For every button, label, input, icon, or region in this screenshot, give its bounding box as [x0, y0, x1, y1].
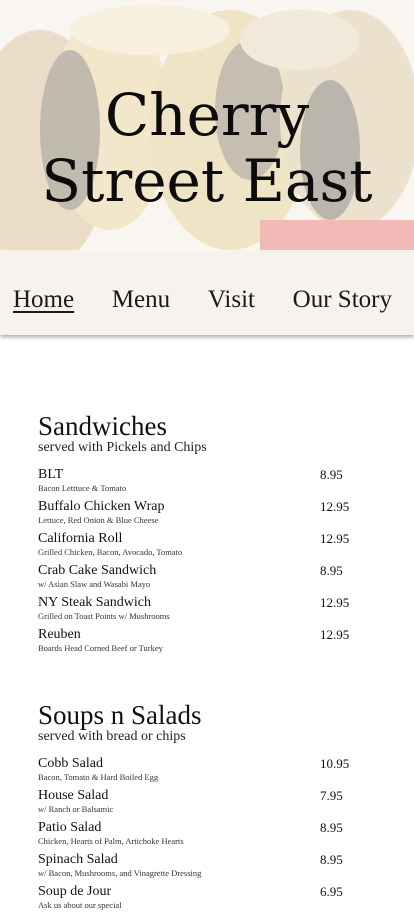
menu-item-description: w/ Bacon, Mushrooms, and Vinagrette Dres… — [38, 868, 202, 878]
menu-item-name: NY Steak Sandwich — [38, 595, 152, 610]
menu-item-name: Buffalo Chicken Wrap — [38, 499, 165, 514]
menu-item: Reuben Boards Head Corned Beef or Turkey… — [38, 627, 350, 659]
menu-item: NY Steak Sandwich Grilled on Toast Point… — [38, 595, 350, 627]
menu-section-soups-salads: Soups n Salads served with bread or chip… — [38, 701, 350, 916]
section-title: Sandwiches — [38, 411, 167, 441]
menu-item-description: Grilled Chicken, Bacon, Avocado, Tomato — [38, 547, 183, 557]
site-title-line1: Cherry — [104, 81, 310, 149]
nav-visit-link[interactable]: Visit — [208, 286, 255, 314]
menu-item-name: California Roll — [38, 531, 123, 546]
menu-item-description: Boards Head Corned Beef or Turkey — [38, 643, 163, 653]
menu-item-description: Lettuce, Red Onion & Blue Cheese — [38, 515, 159, 525]
menu-content: Sandwiches served with Pickels and Chips… — [38, 412, 350, 916]
menu-item: Buffalo Chicken Wrap Lettuce, Red Onion … — [38, 499, 350, 531]
menu-item: House Salad w/ Ranch or Balsamic 7.95 — [38, 788, 350, 820]
menu-item-name: Soup de Jour — [38, 884, 112, 899]
menu-item-description: w/ Ranch or Balsamic — [38, 804, 114, 814]
menu-item: Cobb Salad Bacon, Tomato & Hard Boiled E… — [38, 756, 350, 788]
menu-item-price: 8.95 — [320, 852, 343, 867]
menu-section-sandwiches: Sandwiches served with Pickels and Chips… — [38, 412, 350, 659]
menu-item-description: Ask us about our special — [38, 900, 122, 910]
site-title-line2: Street East — [41, 147, 373, 215]
menu-item: Patio Salad Chicken, Hearts of Palm, Art… — [38, 820, 350, 852]
menu-item-description: Bacon Letttuce & Tomato — [38, 483, 127, 493]
menu-item-description: Grilled on Toast Points w/ Mushrooms — [38, 611, 170, 621]
nav-home-link[interactable]: Home — [13, 286, 74, 314]
menu-item-price: 8.95 — [320, 467, 343, 482]
section-title: Soups n Salads — [38, 700, 202, 730]
menu-item: Crab Cake Sandwich w/ Asian Slaw and Was… — [38, 563, 350, 595]
site-title: Cherry Street East — [0, 82, 414, 214]
menu-item-price: 10.95 — [320, 756, 350, 771]
nav-our-story-link[interactable]: Our Story — [293, 286, 392, 314]
menu-item-name: BLT — [38, 467, 64, 482]
menu-item-price: 12.95 — [320, 499, 350, 514]
menu-item-description: Chicken, Hearts of Palm, Artichoke Heart… — [38, 836, 184, 846]
menu-item-price: 8.95 — [320, 563, 343, 578]
menu-item-name: Patio Salad — [38, 820, 102, 835]
menu-item-description: w/ Asian Slaw and Wasabi Mayo — [38, 579, 151, 589]
nav-menu-link[interactable]: Menu — [112, 286, 170, 314]
menu-item-name: House Salad — [38, 788, 109, 803]
menu-item-name: Cobb Salad — [38, 756, 103, 771]
menu-item-price: 12.95 — [320, 595, 350, 610]
section-subtitle: served with bread or chips — [38, 729, 186, 744]
menu-item: Spinach Salad w/ Bacon, Mushrooms, and V… — [38, 852, 350, 884]
menu-item-price: 6.95 — [320, 884, 343, 899]
menu-item-price: 12.95 — [320, 627, 350, 642]
menu-item: Soup de Jour Ask us about our special 6.… — [38, 884, 350, 916]
hero-banner: Cherry Street East Home Menu Visit Our S… — [0, 0, 414, 335]
menu-item-price: 12.95 — [320, 531, 350, 546]
menu-item-name: Reuben — [38, 627, 81, 642]
menu-item-description: Bacon, Tomato & Hard Boiled Egg — [38, 772, 159, 782]
menu-item-price: 8.95 — [320, 820, 343, 835]
menu-item-name: Spinach Salad — [38, 852, 118, 867]
menu-item-price: 7.95 — [320, 788, 343, 803]
menu-item: California Roll Grilled Chicken, Bacon, … — [38, 531, 350, 563]
menu-item-name: Crab Cake Sandwich — [38, 563, 157, 578]
main-nav: Home Menu Visit Our Story — [0, 286, 414, 314]
menu-item: BLT Bacon Letttuce & Tomato 8.95 — [38, 467, 350, 499]
section-subtitle: served with Pickels and Chips — [38, 440, 207, 455]
